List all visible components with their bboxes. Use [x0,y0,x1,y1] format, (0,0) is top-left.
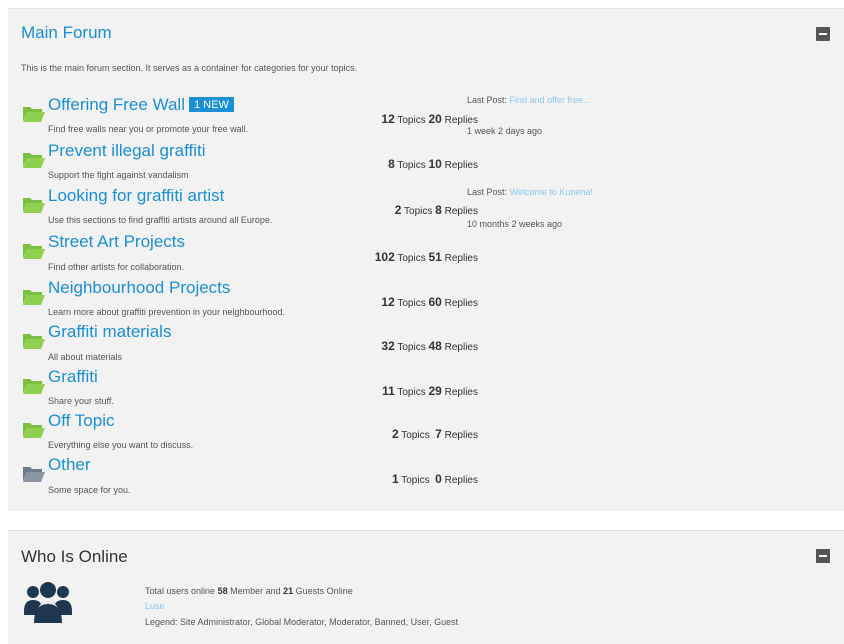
category-stats: 102 Topics 51 Replies [374,250,478,264]
folder-open-icon [23,244,45,259]
last-post-link[interactable]: Welcome to Kunena! [510,187,593,197]
new-badge[interactable]: 1 NEW [189,97,234,112]
category-description: Find other artists for collaboration. [48,262,185,272]
who-is-online-title: Who Is Online [21,547,128,566]
category-row: Looking for graffiti artist Use this sec… [8,186,844,230]
folder-open-icon [23,290,45,305]
category-stats: 32 Topics 48 Replies [381,339,478,353]
category-row: Graffiti Share your stuff. 11 Topics 29 … [8,367,844,411]
category-description: Some space for you. [48,485,131,495]
online-legend: Legend: Site Administrator, Global Moder… [145,617,459,627]
category-link[interactable]: Neighbourhood Projects [48,278,230,298]
category-link[interactable]: Street Art Projects [48,232,185,252]
category-row: Graffiti materials All about materials 3… [8,322,844,366]
category-stats: 2 Topics 7 Replies [391,427,478,441]
category-stats: 2 Topics 8 Replies [394,203,478,217]
online-user-link[interactable]: Luse [145,601,165,611]
online-totals: Total users online 58 Member and 21 Gues… [145,586,353,596]
main-forum-panel: Main Forum This is the main forum sectio… [8,8,844,511]
category-row: Offering Free Wall 1 NEW Find free walls … [8,95,844,139]
category-description: Use this sections to find graffiti artis… [48,215,273,225]
section-description: This is the main forum section. It serve… [21,63,358,73]
last-post: Last Post: Welcome to Kunena! [467,187,593,197]
category-description: Share your stuff. [48,396,114,406]
category-row: Street Art Projects Find other artists f… [8,232,844,276]
folder-open-icon [23,153,45,168]
folder-open-icon [23,107,45,122]
category-link[interactable]: Offering Free Wall 1 NEW [48,95,234,115]
category-row: Other Some space for you. 1 Topics 0 Rep… [8,455,844,499]
category-stats: 12 Topics 20 Replies [381,112,478,126]
collapse-icon[interactable] [816,549,830,563]
category-description: Learn more about graffiti prevention in … [48,307,285,317]
main-forum-title[interactable]: Main Forum [21,23,112,43]
category-link[interactable]: Prevent illegal graffiti [48,141,206,161]
category-description: All about materials [48,352,123,362]
last-post-time: 10 months 2 weeks ago [467,219,563,229]
users-group-icon [24,582,72,623]
folder-open-icon [23,423,45,438]
folder-open-icon [23,334,45,349]
category-stats: 1 Topics 0 Replies [391,472,478,486]
category-row: Neighbourhood Projects Learn more about … [8,278,844,322]
category-link[interactable]: Graffiti [48,367,98,387]
collapse-icon[interactable] [816,27,830,41]
category-stats: 12 Topics 60 Replies [381,295,478,309]
category-stats: 8 Topics 10 Replies [388,157,478,171]
category-link[interactable]: Off Topic [48,411,114,431]
who-is-online-panel: Who Is Online Total users online 58 Memb… [8,530,844,644]
category-row: Off Topic Everything else you want to di… [8,411,844,455]
folder-open-icon [23,198,45,213]
category-row: Prevent illegal graffiti Support the fig… [8,141,844,185]
last-post-link[interactable]: Find and offer free... [510,95,591,105]
category-description: Support the fight against vandalism [48,170,189,180]
last-post: Last Post: Find and offer free... [467,95,591,105]
category-link[interactable]: Other [48,455,91,475]
folder-icon [23,467,45,482]
last-post-time: 1 week 2 days ago [467,126,543,136]
category-link[interactable]: Looking for graffiti artist [48,186,224,206]
category-stats: 11 Topics 29 Replies [382,384,478,398]
folder-open-icon [23,379,45,394]
category-description: Everything else you want to discuss. [48,440,194,450]
category-link[interactable]: Graffiti materials [48,322,171,342]
category-description: Find free walls near you or promote your… [48,124,249,134]
